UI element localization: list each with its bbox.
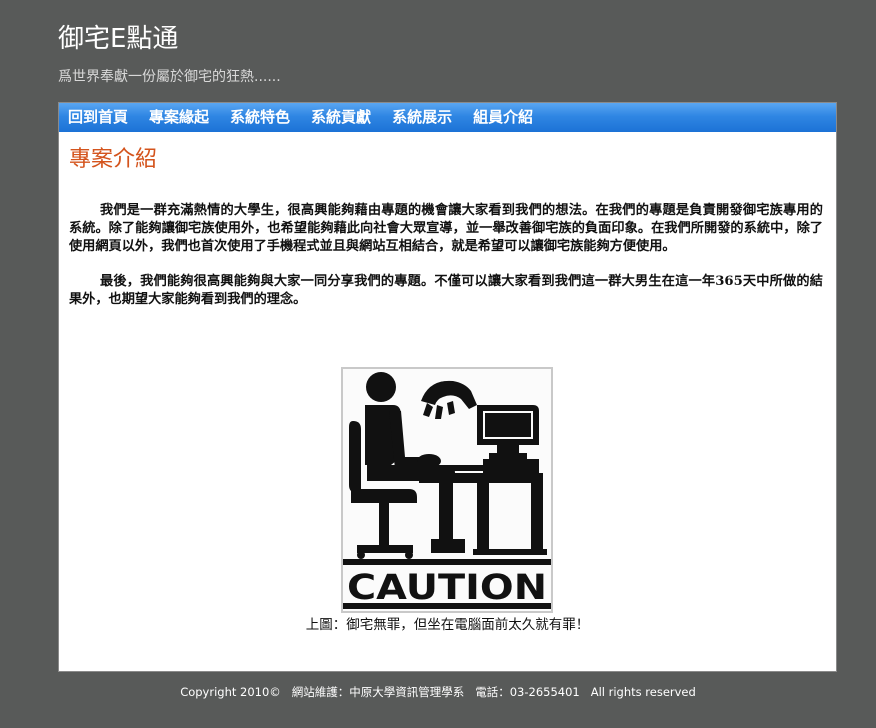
site-title: 御宅E點通 — [58, 24, 179, 54]
nav-item-features[interactable]: 系統特色 — [230, 103, 290, 132]
nav-bar: 回到首頁 專案緣起 系統特色 系統貢獻 系統展示 組員介紹 — [59, 103, 836, 132]
caution-sign-text: CAUTION — [347, 568, 547, 608]
nav-item-members[interactable]: 組員介紹 — [473, 103, 533, 132]
content-body: 我們是一群充滿熱情的大學生，很高興能夠藉由專題的機會讓大家看到我們的想法。在我們… — [69, 202, 823, 326]
caution-image: CAUTION — [341, 367, 553, 613]
section-heading: 專案介紹 — [69, 147, 158, 172]
nav-item-contribution[interactable]: 系統貢獻 — [311, 103, 371, 132]
nav-item-demo[interactable]: 系統展示 — [392, 103, 452, 132]
nav-item-origin[interactable]: 專案緣起 — [149, 103, 209, 132]
main-panel: 回到首頁 專案緣起 系統特色 系統貢獻 系統展示 組員介紹 專案介紹 我們是一群… — [58, 102, 837, 672]
footer: Copyright 2010© 網站維護：中原大學資訊管理學系 電話：03-26… — [180, 685, 696, 699]
paragraph-closing: 最後，我們能夠很高興能夠與大家一同分享我們的專題。不僅可以讓大家看到我們這一群大… — [69, 274, 823, 307]
site-subtitle: 爲世界奉獻一份屬於御宅的狂熱...... — [58, 69, 281, 85]
nav-item-home[interactable]: 回到首頁 — [68, 103, 128, 132]
paragraph-intro: 我們是一群充滿熱情的大學生，很高興能夠藉由專題的機會讓大家看到我們的想法。在我們… — [69, 203, 823, 254]
caution-pictogram: CAUTION — [343, 369, 551, 611]
image-caption: 上圖：御宅無罪，但坐在電腦面前太久就有罪！ — [305, 617, 590, 633]
